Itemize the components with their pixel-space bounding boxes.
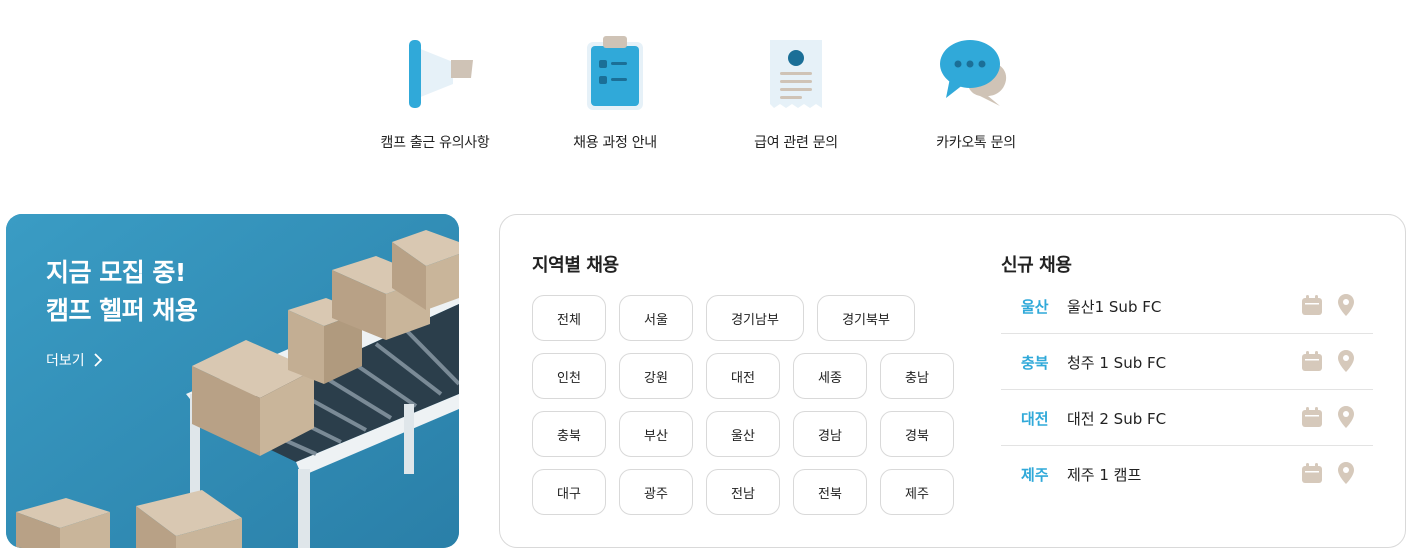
chat-bubbles-icon (940, 40, 1007, 106)
quick-link-kakaotalk[interactable]: 카카오톡 문의 (886, 34, 1066, 152)
regional-title: 지역별 채용 (532, 255, 619, 276)
job-list-item[interactable]: 충북 청주 1 Sub FC (1001, 334, 1373, 390)
quick-link-hiring-process[interactable]: 채용 과정 안내 (525, 34, 705, 152)
job-name: 청주 1 Sub FC (1067, 354, 1167, 372)
banner-title-line2: 캠프 헬퍼 채용 (46, 296, 198, 325)
calendar-icon[interactable] (1301, 350, 1323, 372)
region-filter-grid: 전체 서울 경기남부 경기북부 인천 강원 대전 세종 충남 충북 부산 울산 … (532, 295, 972, 527)
new-jobs-title: 신규 채용 (1001, 255, 1072, 276)
region-chip-jeju[interactable]: 제주 (880, 469, 954, 515)
jobs-panel: 지역별 채용 전체 서울 경기남부 경기북부 인천 강원 대전 세종 충남 충북… (499, 214, 1406, 548)
quick-link-camp-notice[interactable]: 캠프 출근 유의사항 (345, 34, 525, 152)
region-chip-gyeonggi-north[interactable]: 경기북부 (817, 295, 915, 341)
region-row: 충북 부산 울산 경남 경북 (532, 411, 972, 457)
job-name: 대전 2 Sub FC (1067, 410, 1167, 428)
map-pin-icon[interactable] (1337, 405, 1355, 429)
job-name: 울산1 Sub FC (1067, 298, 1162, 316)
region-chip-ulsan[interactable]: 울산 (706, 411, 780, 457)
region-chip-jeonbuk[interactable]: 전북 (793, 469, 867, 515)
quick-link-label: 카카오톡 문의 (936, 135, 1016, 151)
region-chip-gyeongnam[interactable]: 경남 (793, 411, 867, 457)
region-chip-all[interactable]: 전체 (532, 295, 606, 341)
banner-more-link[interactable]: 더보기 (46, 350, 103, 370)
job-region: 충북 (1021, 354, 1049, 372)
map-pin-icon[interactable] (1337, 461, 1355, 485)
new-jobs-list: 울산 울산1 Sub FC 충북 청주 1 Sub FC 대전 대전 2 Sub… (1001, 278, 1373, 501)
quick-link-label: 캠프 출근 유의사항 (380, 135, 490, 151)
quick-links: 캠프 출근 유의사항 채용 과정 안내 급여 관련 문의 카카오톡 문의 (0, 0, 1410, 180)
job-list-item[interactable]: 제주 제주 1 캠프 (1001, 446, 1373, 501)
job-region: 대전 (1021, 410, 1049, 428)
job-region: 울산 (1021, 298, 1049, 316)
region-chip-daegu[interactable]: 대구 (532, 469, 606, 515)
chevron-right-icon (94, 353, 102, 367)
region-chip-seoul[interactable]: 서울 (619, 295, 693, 341)
calendar-icon[interactable] (1301, 462, 1323, 484)
map-pin-icon[interactable] (1337, 349, 1355, 373)
region-row: 전체 서울 경기남부 경기북부 (532, 295, 972, 341)
region-chip-daejeon[interactable]: 대전 (706, 353, 780, 399)
receipt-icon (770, 40, 822, 108)
job-list-item[interactable]: 대전 대전 2 Sub FC (1001, 390, 1373, 446)
job-list-item[interactable]: 울산 울산1 Sub FC (1001, 278, 1373, 334)
region-chip-jeonnam[interactable]: 전남 (706, 469, 780, 515)
quick-link-label: 채용 과정 안내 (573, 135, 657, 151)
region-chip-incheon[interactable]: 인천 (532, 353, 606, 399)
calendar-icon[interactable] (1301, 294, 1323, 316)
region-chip-chungbuk[interactable]: 충북 (532, 411, 606, 457)
quick-link-salary-inquiry[interactable]: 급여 관련 문의 (706, 34, 886, 152)
region-row: 인천 강원 대전 세종 충남 (532, 353, 972, 399)
more-label: 더보기 (46, 353, 85, 369)
region-chip-gyeongbuk[interactable]: 경북 (880, 411, 954, 457)
recruiting-banner[interactable]: 지금 모집 중! 캠프 헬퍼 채용 더보기 (6, 214, 459, 548)
region-chip-sejong[interactable]: 세종 (793, 353, 867, 399)
job-name: 제주 1 캠프 (1067, 466, 1142, 484)
quick-link-label: 급여 관련 문의 (754, 135, 838, 151)
calendar-icon[interactable] (1301, 406, 1323, 428)
map-pin-icon[interactable] (1337, 293, 1355, 317)
region-chip-gyeonggi-south[interactable]: 경기남부 (706, 295, 804, 341)
region-chip-chungnam[interactable]: 충남 (880, 353, 954, 399)
region-chip-busan[interactable]: 부산 (619, 411, 693, 457)
megaphone-icon (409, 40, 473, 108)
region-row: 대구 광주 전남 전북 제주 (532, 469, 972, 515)
banner-title: 지금 모집 중! 캠프 헬퍼 채용 (46, 254, 198, 330)
job-region: 제주 (1021, 466, 1049, 484)
banner-title-line1: 지금 모집 중! (46, 258, 186, 287)
region-chip-gangwon[interactable]: 강원 (619, 353, 693, 399)
region-chip-gwangju[interactable]: 광주 (619, 469, 693, 515)
clipboard-checklist-icon (587, 36, 643, 110)
